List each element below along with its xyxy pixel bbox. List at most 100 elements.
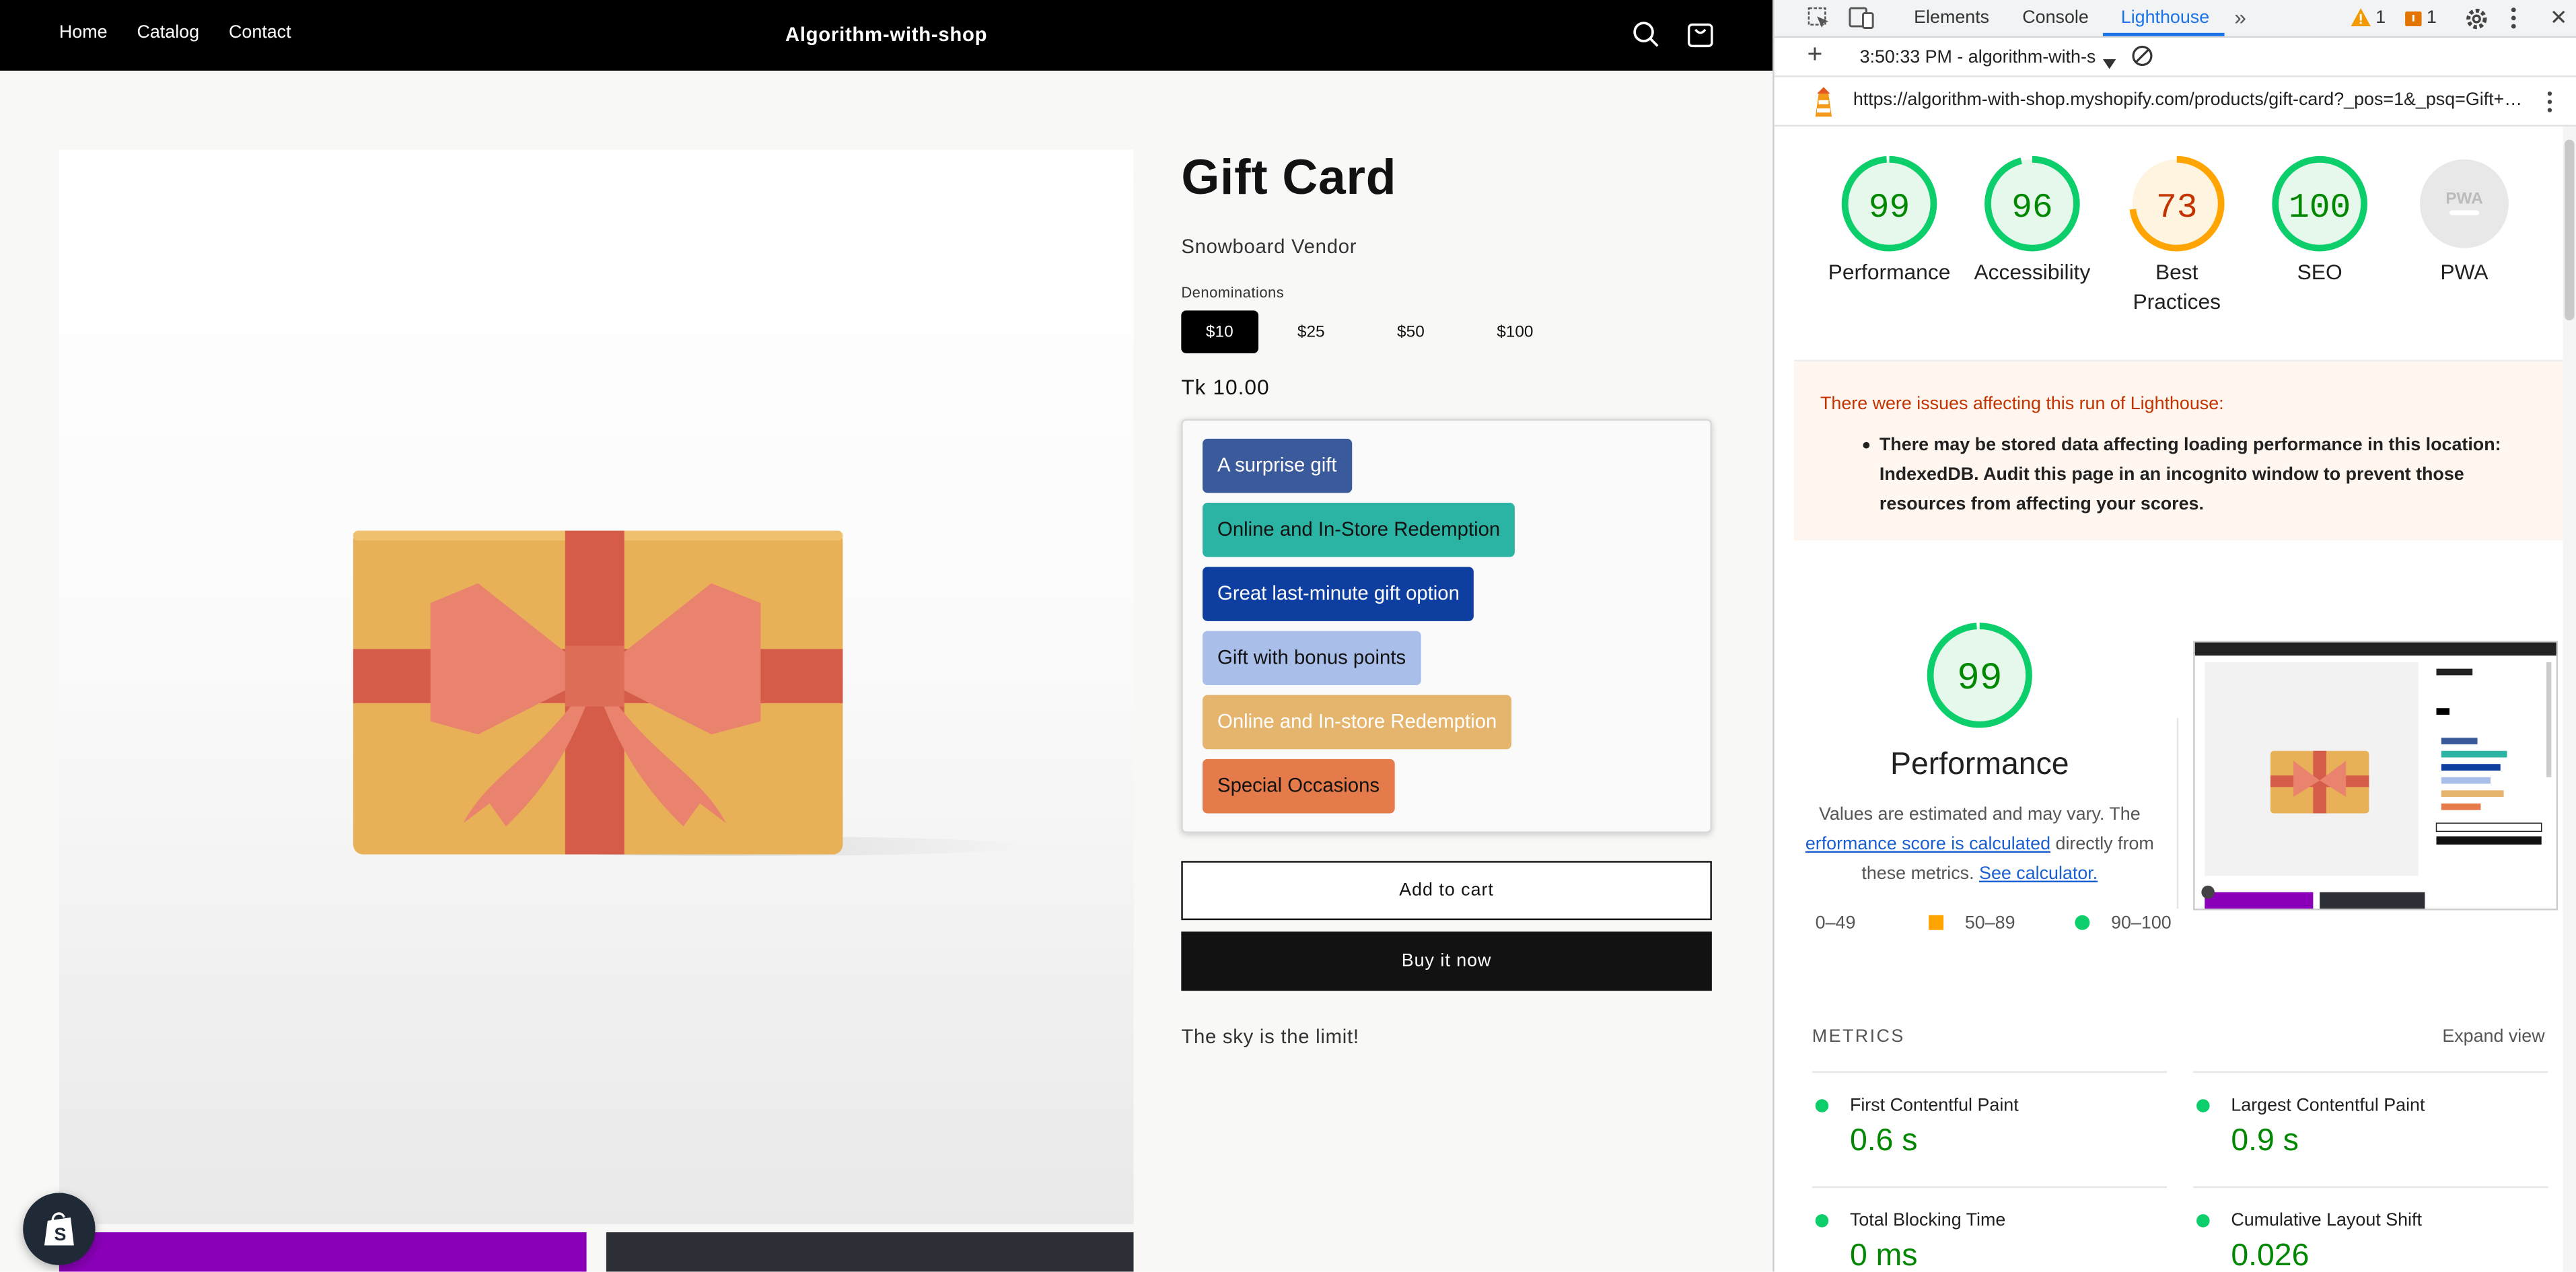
denomination-option[interactable]: $10 bbox=[1181, 310, 1258, 353]
score-gauge-seo[interactable]: 100 SEO bbox=[2246, 153, 2394, 287]
warning-bullet bbox=[1863, 441, 1870, 449]
metric-name: First Contentful Paint bbox=[1849, 1096, 2019, 1116]
shopify-bag-icon[interactable]: S bbox=[23, 1193, 96, 1265]
run-warning-box: There were issues affecting this run of … bbox=[1793, 359, 2565, 541]
expand-view-toggle[interactable]: Expand view bbox=[2442, 1027, 2544, 1047]
metric-fcp: First Contentful Paint 0.6 s bbox=[1812, 1096, 2167, 1160]
denominations-label: Denominations bbox=[1181, 284, 1285, 301]
pass-circle-icon bbox=[2196, 1099, 2210, 1112]
search-icon[interactable] bbox=[1631, 20, 1661, 49]
score-gauge-performance[interactable]: 99 Performance bbox=[1816, 153, 1964, 287]
gauge-label: Performance bbox=[1828, 259, 1951, 285]
warning-icon[interactable] bbox=[2349, 7, 2372, 36]
score-gauge-best-practices[interactable]: 73 Best Practices bbox=[2103, 153, 2251, 317]
gauge-label: SEO bbox=[2297, 259, 2342, 285]
metric-divider bbox=[2193, 1186, 2548, 1189]
lighthouse-url-bar: https://algorithm-with-shop.myshopify.co… bbox=[1774, 77, 2576, 127]
product-tag[interactable]: Great last-minute gift option bbox=[1203, 567, 1474, 621]
performance-big-gauge: 99 bbox=[1924, 619, 2036, 739]
audited-url[interactable]: https://algorithm-with-shop.myshopify.co… bbox=[1853, 90, 2527, 110]
product-tag[interactable]: Special Occasions bbox=[1203, 758, 1395, 814]
plus-icon[interactable]: + bbox=[1807, 41, 1822, 71]
warnings-count: 1 bbox=[2375, 8, 2386, 28]
product-description: The sky is the limit! bbox=[1181, 1025, 1359, 1049]
cart-icon[interactable] bbox=[1686, 20, 1715, 49]
metric-value: 0 ms bbox=[1849, 1238, 1918, 1272]
legend-average: 50–89 bbox=[1929, 913, 2015, 933]
denomination-options: $10 $25 $50 $100 bbox=[1181, 310, 1712, 353]
page-screenshot-thumbnail[interactable] bbox=[2193, 641, 2559, 911]
devtools-scrollbar[interactable] bbox=[2563, 126, 2576, 1272]
storefront: Home Catalog Contact Algorithm-with-shop bbox=[0, 0, 1773, 1272]
product-image[interactable] bbox=[59, 149, 1134, 1224]
url-kebab-icon[interactable] bbox=[2546, 90, 2553, 121]
more-tabs-chevron-icon[interactable]: » bbox=[2234, 5, 2246, 30]
devtools-scrollbar-thumb[interactable] bbox=[2564, 139, 2575, 321]
legend-pass-label: 90–100 bbox=[2111, 913, 2172, 933]
legend-average-label: 50–89 bbox=[1964, 913, 2015, 933]
metric-name: Cumulative Layout Shift bbox=[2231, 1211, 2422, 1231]
denomination-option[interactable]: $25 bbox=[1264, 310, 1357, 353]
gauge-score: 99 bbox=[1869, 188, 1910, 227]
thumbnail-2[interactable] bbox=[606, 1232, 1134, 1272]
metric-name: Largest Contentful Paint bbox=[2231, 1096, 2425, 1116]
tab-elements[interactable]: Elements bbox=[1914, 8, 1989, 28]
gauge-score: 96 bbox=[2011, 188, 2053, 227]
metric-divider bbox=[2193, 1071, 2548, 1073]
lighthouse-toolbar: + 3:50:33 PM - algorithm-with-s bbox=[1774, 38, 2576, 77]
see-calculator-link[interactable]: See calculator. bbox=[1979, 864, 2098, 884]
tab-console[interactable]: Console bbox=[2022, 8, 2089, 28]
legend-fail-label: 0–49 bbox=[1815, 913, 1856, 933]
performance-description: Values are estimated and may vary. The e… bbox=[1794, 800, 2172, 889]
product-title: Gift Card bbox=[1181, 151, 1397, 206]
device-toolbar-icon[interactable] bbox=[1848, 7, 1874, 38]
pass-circle-icon bbox=[1815, 1214, 1829, 1228]
kebab-menu-icon[interactable] bbox=[2510, 7, 2517, 38]
store-brand[interactable]: Algorithm-with-shop bbox=[0, 23, 1773, 46]
gauge-label: Best Practices bbox=[2133, 259, 2221, 314]
buy-now-button[interactable]: Buy it now bbox=[1181, 931, 1712, 991]
product-tags-panel: A surprise gift Online and In-Store Redem… bbox=[1181, 419, 1712, 833]
clear-block-icon[interactable] bbox=[2131, 44, 2153, 75]
vertical-divider bbox=[2176, 717, 2179, 909]
legend-pass: 90–100 bbox=[2075, 913, 2172, 933]
product-tag[interactable]: Online and In-store Redemption bbox=[1203, 695, 1512, 750]
product-tag[interactable]: A surprise gift bbox=[1203, 438, 1352, 493]
metric-divider bbox=[1812, 1186, 2168, 1189]
gauge-label: PWA bbox=[2440, 259, 2489, 285]
inspect-element-icon[interactable] bbox=[1807, 7, 1830, 38]
devtools-panel: Elements Console Lighthouse » 1 1 ✕ + 3:… bbox=[1773, 0, 2576, 1272]
settings-gear-icon[interactable] bbox=[2464, 7, 2489, 40]
thumbnail-1[interactable] bbox=[59, 1232, 587, 1272]
denomination-option[interactable]: $100 bbox=[1464, 310, 1566, 353]
lighthouse-report: 99 Performance 96 Accessibility 73 Best Pract… bbox=[1793, 127, 2565, 1272]
denomination-option[interactable]: $50 bbox=[1364, 310, 1457, 353]
product-tag[interactable]: Online and In-Store Redemption bbox=[1203, 503, 1515, 557]
pass-circle-icon bbox=[1815, 1099, 1829, 1112]
devtools-tabbar: Elements Console Lighthouse » 1 1 ✕ bbox=[1774, 0, 2576, 40]
warning-title: There were issues affecting this run of … bbox=[1820, 394, 2224, 415]
metric-name: Total Blocking Time bbox=[1849, 1211, 2006, 1231]
issues-icon[interactable] bbox=[2404, 8, 2423, 38]
tab-lighthouse[interactable]: Lighthouse bbox=[2121, 8, 2209, 28]
gift-card-illustration bbox=[353, 530, 1029, 856]
gauge-score: 73 bbox=[2156, 188, 2198, 227]
pass-circle-icon bbox=[2196, 1214, 2210, 1228]
add-to-cart-button[interactable]: Add to cart bbox=[1181, 861, 1712, 921]
product-info: Gift Card Snowboard Vendor Denominations… bbox=[1181, 149, 1712, 1049]
close-icon[interactable]: ✕ bbox=[2550, 5, 2568, 31]
report-select[interactable]: 3:50:33 PM - algorithm-with-s bbox=[1860, 48, 2096, 67]
product-tag[interactable]: Gift with bonus points bbox=[1203, 631, 1421, 686]
score-calculated-link[interactable]: erformance score is calculated bbox=[1805, 835, 2050, 854]
gauge-score: 100 bbox=[2289, 188, 2351, 227]
dropdown-caret-icon[interactable] bbox=[2102, 48, 2116, 77]
lighthouse-logo-icon bbox=[1810, 85, 1836, 127]
metric-value: 0.9 s bbox=[2231, 1123, 2299, 1159]
metric-divider bbox=[1812, 1071, 2168, 1073]
metric-tbt: Total Blocking Time 0 ms bbox=[1812, 1211, 2167, 1272]
perf-desc-text: Values are estimated and may vary. The bbox=[1818, 805, 2141, 825]
product-vendor: Snowboard Vendor bbox=[1181, 235, 1357, 258]
pwa-badge-icon: PWA bbox=[2445, 190, 2483, 208]
score-gauge-pwa[interactable]: PWA PWA bbox=[2390, 153, 2538, 287]
score-gauge-accessibility[interactable]: 96 Accessibility bbox=[1958, 153, 2106, 287]
